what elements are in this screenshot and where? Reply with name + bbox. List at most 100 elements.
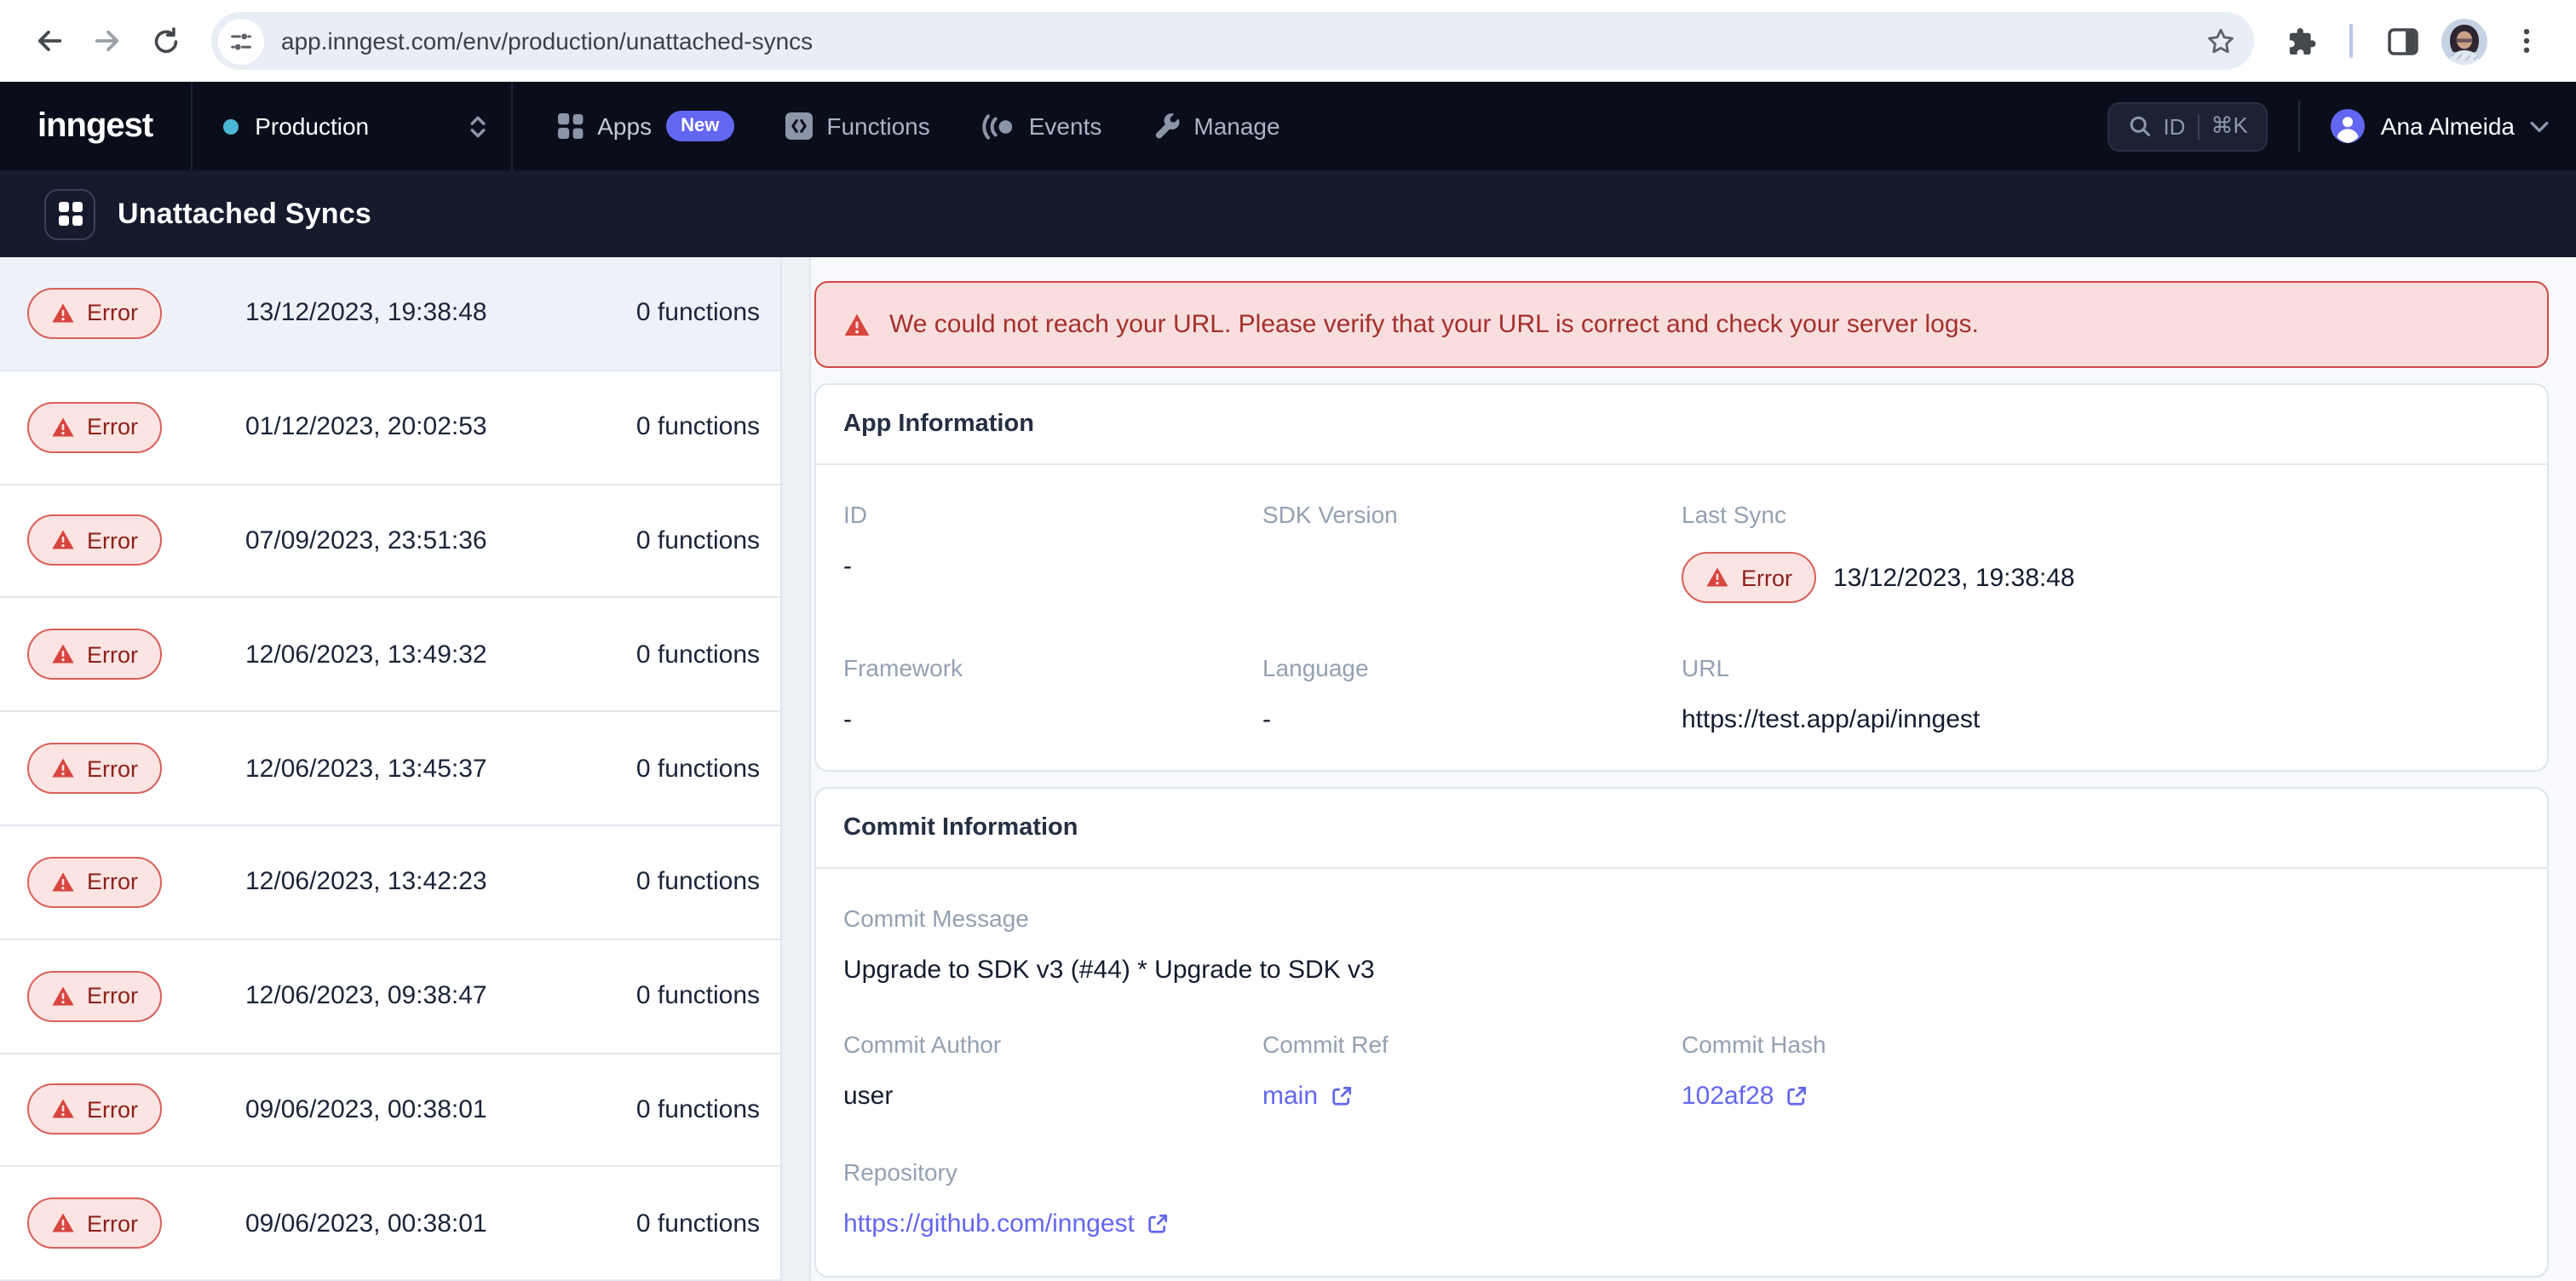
field-label: Commit Ref [1262,1031,1682,1058]
search-command-button[interactable]: ID ⌘K [2107,101,2268,151]
site-settings-icon[interactable] [218,18,264,64]
logo-text: inngest [37,106,152,146]
browser-profile-avatar[interactable] [2441,18,2487,64]
status-badge: Error [1682,552,1816,603]
grid-glyph-icon [57,201,83,227]
nav-item-events[interactable]: Events [981,112,1102,140]
nav-item-label: Apps [597,112,652,140]
nav-item-functions[interactable]: Functions [785,112,929,140]
browser-menu-button[interactable] [2498,12,2556,70]
sync-date: 07/09/2023, 23:51:36 [245,526,636,555]
warning-triangle-icon [51,756,75,780]
sync-date: 12/06/2023, 09:38:47 [245,981,636,1010]
sync-list-item[interactable]: Error 12/06/2023, 09:38:47 0 functions [0,940,780,1054]
nav-menu: Apps New Functions Events Manage [512,82,1324,170]
status-label: Error [1741,565,1792,590]
address-bar[interactable]: app.inngest.com/env/production/unattache… [211,12,2254,70]
function-count: 0 functions [636,981,760,1010]
nav-item-label: Functions [826,112,929,140]
external-link-icon [1785,1085,1808,1107]
nav-item-manage[interactable]: Manage [1153,112,1279,140]
status-label: Error [87,1097,138,1123]
browser-reload-button[interactable] [136,12,194,70]
link-text: main [1262,1082,1318,1111]
status-label: Error [87,1211,138,1237]
sync-list-item[interactable]: Error 12/06/2023, 13:45:37 0 functions [0,712,780,826]
field-label: Framework [843,654,1262,681]
bookmark-star-icon[interactable] [2205,25,2237,57]
reload-icon [151,26,180,55]
side-panel-button[interactable] [2373,12,2431,70]
commit-hash-link[interactable]: 102af28 [1682,1082,1808,1111]
events-signal-icon [981,113,1015,139]
back-arrow-icon [34,26,65,56]
sync-detail-panel: We could not reach your URL. Please veri… [811,257,2576,1281]
nav-item-apps[interactable]: Apps New [556,111,734,141]
commit-ref-link[interactable]: main [1262,1082,1352,1111]
apps-grid-icon [556,112,584,140]
link-text: 102af28 [1682,1082,1774,1111]
list-panel-splitter[interactable] [780,257,811,1281]
external-link-icon [1330,1085,1352,1107]
sync-list-item[interactable]: Error 12/06/2023, 13:49:32 0 functions [0,599,780,713]
page-header: Unattached Syncs [0,170,2576,257]
app-url-value: https://test.app/api/inngest [1682,705,2520,734]
sync-list-item[interactable]: Error 07/09/2023, 23:51:36 0 functions [0,485,780,599]
sync-list-item[interactable]: Error 12/06/2023, 13:42:23 0 functions [0,826,780,940]
browser-back-button[interactable] [20,12,78,70]
toolbar-divider [2349,24,2353,58]
field-label: Repository [843,1158,2520,1186]
nav-divider [2299,101,2301,152]
warning-triangle-icon [51,415,75,439]
browser-forward-button[interactable] [78,12,136,70]
extensions-puzzle-icon [2284,25,2316,57]
warning-triangle-icon [51,1212,75,1236]
field-label: ID [843,501,1262,528]
status-badge: Error [27,515,162,566]
field-framework: Framework - [843,654,1262,734]
field-value: - [843,705,1262,734]
profile-photo [2441,18,2487,64]
new-badge: New [665,111,734,141]
status-label: Error [87,528,138,554]
function-count: 0 functions [636,412,760,441]
search-icon [2127,114,2151,138]
nav-item-label: Manage [1193,112,1279,140]
status-label: Error [87,642,138,668]
field-repository: Repository https://github.com/inngest [843,1158,2520,1240]
sync-list-item[interactable]: Error 01/12/2023, 20:02:53 0 functions [0,371,780,485]
function-count: 0 functions [636,299,760,328]
chevron-down-icon [2530,117,2549,135]
error-banner: We could not reach your URL. Please veri… [814,281,2549,368]
field-commit-hash: Commit Hash 102af28 [1682,1031,2520,1112]
user-name: Ana Almeida [2381,112,2515,140]
field-label: Commit Hash [1682,1031,2520,1058]
function-count: 0 functions [636,640,760,669]
sync-date: 13/12/2023, 19:38:48 [245,299,636,328]
sync-list: Error 13/12/2023, 19:38:48 0 functions E… [0,257,780,1281]
status-badge: Error [27,743,162,794]
url-text[interactable]: app.inngest.com/env/production/unattache… [281,27,2205,55]
field-commit-message: Commit Message Upgrade to SDK v3 (#44) *… [843,905,2520,985]
status-label: Error [87,301,138,326]
field-label: Commit Message [843,905,2520,932]
user-menu[interactable]: Ana Almeida [2332,109,2549,143]
error-banner-message: We could not reach your URL. Please veri… [889,310,1979,339]
inngest-logo[interactable]: inngest [0,82,192,170]
commit-information-card: Commit Information Commit Message Upgrad… [814,787,2549,1278]
field-value: - [1262,705,1682,734]
warning-triangle-icon [51,529,75,553]
environment-selector[interactable]: Production [192,82,512,170]
app-window: app.inngest.com/env/production/unattache… [0,0,2576,1281]
sync-list-item[interactable]: Error 09/06/2023, 00:38:01 0 functions [0,1054,780,1168]
field-label: Commit Author [843,1031,1262,1058]
status-badge: Error [27,629,162,681]
sync-list-item[interactable]: Error 13/12/2023, 19:38:48 0 functions [0,257,780,371]
unattached-syncs-icon [44,188,95,239]
repository-link[interactable]: https://github.com/inngest [843,1209,1169,1238]
sync-list-item[interactable]: Error 09/06/2023, 00:38:01 0 functions [0,1168,780,1281]
extensions-button[interactable] [2271,12,2329,70]
field-label: SDK Version [1262,501,1682,528]
status-badge: Error [27,288,162,339]
status-badge: Error [27,970,162,1021]
